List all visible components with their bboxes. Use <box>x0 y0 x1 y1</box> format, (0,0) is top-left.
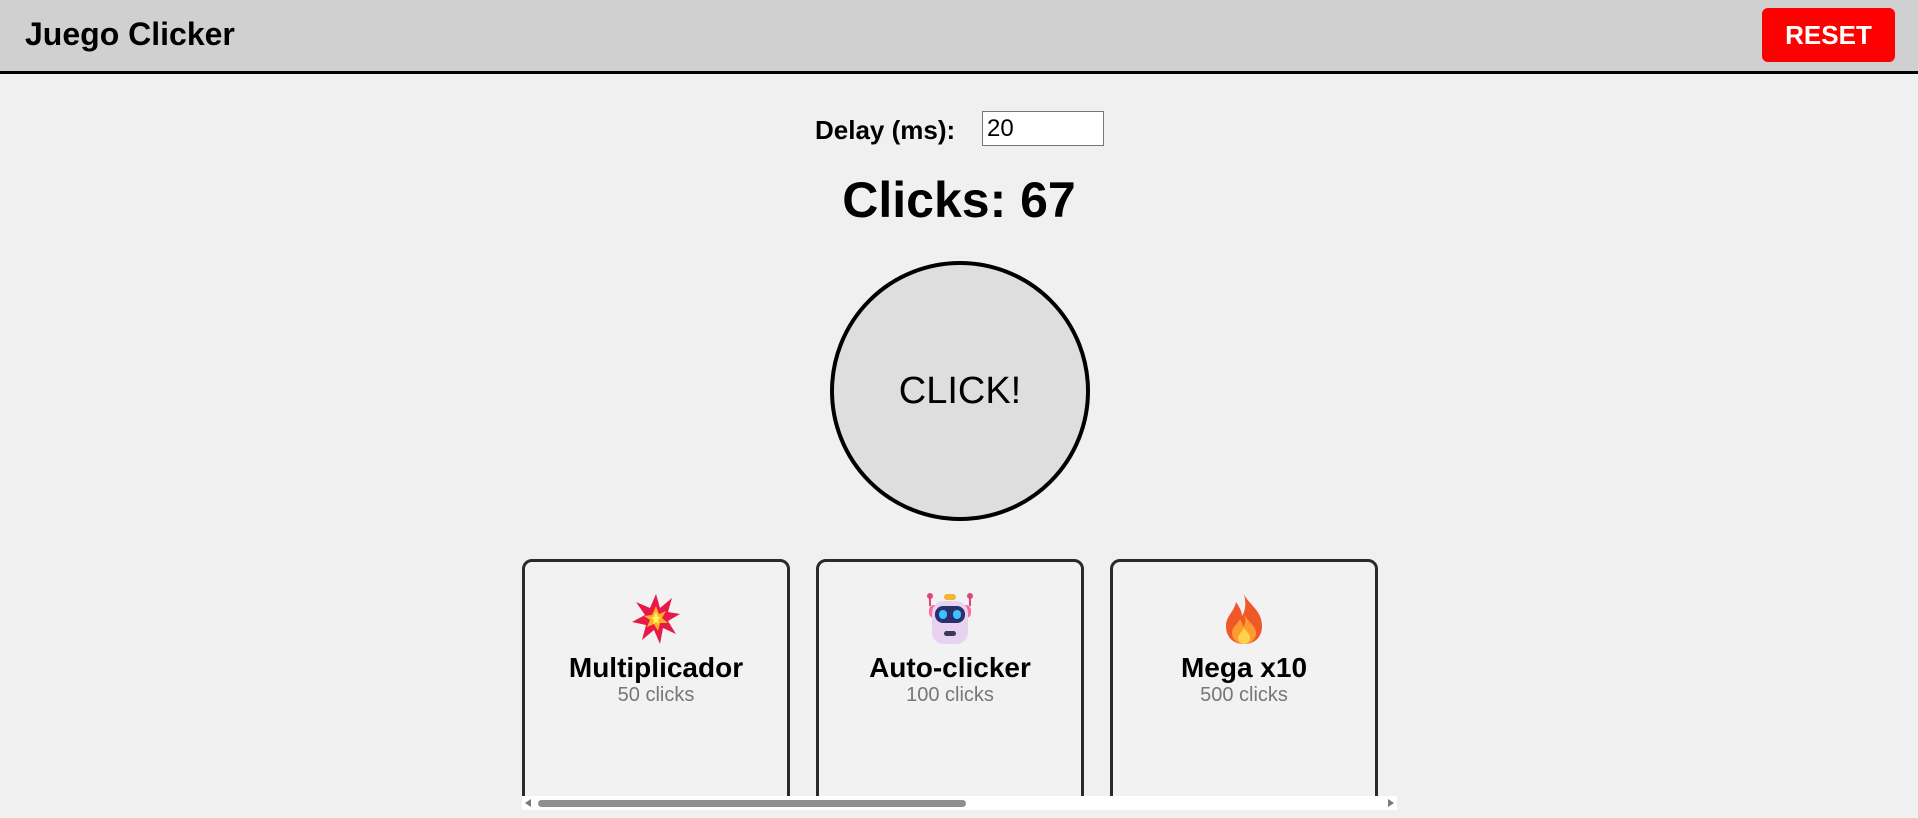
shop-item-auto-clicker[interactable]: Auto-clicker 100 clicks <box>816 559 1084 809</box>
explosion-icon <box>525 592 787 646</box>
shop-item-multiplicador[interactable]: Multiplicador 50 clicks <box>522 559 790 809</box>
shop-item-price: 500 clicks <box>1200 684 1288 706</box>
delay-row: Delay (ms): <box>0 111 1918 149</box>
shop-list: Multiplicador 50 clicks Auto-clicker 100… <box>522 559 1395 809</box>
shop-item-mega-x10[interactable]: Mega x10 500 clicks <box>1110 559 1378 809</box>
shop-item-price: 50 clicks <box>617 684 695 706</box>
shop-item-price: 100 clicks <box>906 684 994 706</box>
scroll-right-arrow-icon[interactable] <box>1388 799 1394 807</box>
shop-item-name: Multiplicador <box>568 652 744 683</box>
app-header: Juego Clicker RESET <box>0 0 1918 74</box>
scrollbar-thumb[interactable] <box>538 800 966 807</box>
shop-item-name: Mega x10 <box>1180 652 1308 683</box>
delay-label: Delay (ms): <box>815 115 956 145</box>
click-counter: Clicks: 67 <box>842 172 1076 228</box>
robot-icon <box>819 592 1081 646</box>
scroll-left-arrow-icon[interactable] <box>525 799 531 807</box>
reset-button[interactable]: RESET <box>1762 8 1895 62</box>
shop-item-name: Auto-clicker <box>869 652 1031 683</box>
fire-icon <box>1113 592 1375 646</box>
shop-horizontal-scrollbar[interactable] <box>522 796 1397 810</box>
delay-input[interactable] <box>982 111 1104 146</box>
click-button[interactable]: CLICK! <box>830 261 1090 521</box>
app-title: Juego Clicker <box>25 16 235 52</box>
